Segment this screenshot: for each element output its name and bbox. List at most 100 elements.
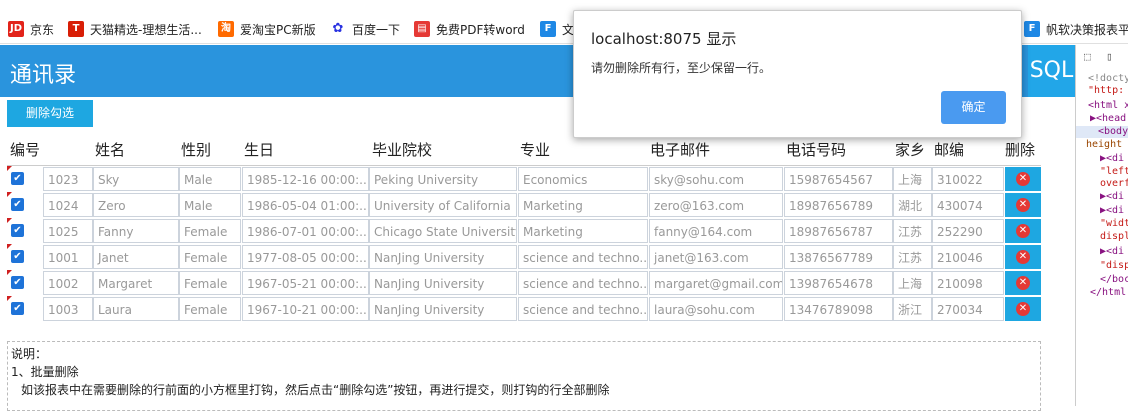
gender-cell[interactable]: Female <box>179 297 241 321</box>
delete-row-button[interactable]: ✕ <box>1005 167 1041 191</box>
email-cell[interactable]: janet@163.com <box>649 245 783 269</box>
delete-row-button[interactable]: ✕ <box>1005 271 1041 295</box>
birthday-cell[interactable]: 1977-08-05 00:00:... <box>242 245 369 269</box>
dom-tree-node[interactable]: displ <box>1100 231 1128 243</box>
inspect-element-icon[interactable]: ⬚ <box>1084 50 1098 63</box>
name-cell[interactable]: Laura <box>93 297 179 321</box>
dom-tree-node[interactable]: <!docty <box>1088 73 1128 85</box>
row-checkbox[interactable]: ✔ <box>11 250 24 263</box>
zip-cell[interactable]: 210046 <box>932 245 1004 269</box>
name-cell[interactable]: Sky <box>93 167 179 191</box>
bookmark-fanruan[interactable]: F 帆软决策报表平 <box>1024 20 1128 38</box>
gender-cell[interactable]: Male <box>179 193 241 217</box>
row-checkbox[interactable]: ✔ <box>11 224 24 237</box>
dialog-ok-button[interactable]: 确定 <box>941 91 1006 124</box>
hometown-cell[interactable]: 浙江 <box>893 297 932 321</box>
major-cell[interactable]: Marketing <box>518 193 648 217</box>
gender-cell[interactable]: Female <box>179 271 241 295</box>
row-checkbox[interactable]: ✔ <box>11 172 24 185</box>
delete-row-button[interactable]: ✕ <box>1005 193 1041 217</box>
major-cell[interactable]: science and techno... <box>518 297 648 321</box>
dom-tree-node[interactable]: <html x <box>1088 100 1128 112</box>
hometown-cell[interactable]: 上海 <box>893 271 932 295</box>
dom-tree-node[interactable]: overf <box>1100 178 1128 190</box>
delete-row-button[interactable]: ✕ <box>1005 297 1041 321</box>
school-cell[interactable]: NanJing University <box>369 245 517 269</box>
zip-cell[interactable]: 270034 <box>932 297 1004 321</box>
birthday-cell[interactable]: 1985-12-16 00:00:... <box>242 167 369 191</box>
zip-cell[interactable]: 210098 <box>932 271 1004 295</box>
gender-cell[interactable]: Female <box>179 245 241 269</box>
dom-tree-node[interactable]: ▶<head <box>1090 113 1126 125</box>
bookmark-jd[interactable]: JD 京东 <box>8 20 54 38</box>
phone-cell[interactable]: 13987654678 <box>784 271 893 295</box>
hometown-cell[interactable]: 湖北 <box>893 193 932 217</box>
zip-cell[interactable]: 310022 <box>932 167 1004 191</box>
email-cell[interactable]: laura@sohu.com <box>649 297 783 321</box>
device-toolbar-icon[interactable]: ▯ <box>1106 50 1120 63</box>
phone-cell[interactable]: 15987654567 <box>784 167 893 191</box>
school-cell[interactable]: NanJing University <box>369 297 517 321</box>
dom-tree-node[interactable]: ▶<di <box>1100 246 1124 258</box>
dom-tree-node[interactable]: </boc <box>1100 274 1128 286</box>
dom-tree-node[interactable]: <body <box>1076 126 1128 138</box>
school-cell[interactable]: University of California <box>369 193 517 217</box>
email-cell[interactable]: fanny@164.com <box>649 219 783 243</box>
id-cell[interactable]: 1002 <box>43 271 93 295</box>
birthday-cell[interactable]: 1967-10-21 00:00:... <box>242 297 369 321</box>
phone-cell[interactable]: 13476789098 <box>784 297 893 321</box>
major-cell[interactable]: science and techno... <box>518 271 648 295</box>
name-cell[interactable]: Zero <box>93 193 179 217</box>
hometown-cell[interactable]: 上海 <box>893 167 932 191</box>
id-cell[interactable]: 1023 <box>43 167 93 191</box>
email-cell[interactable]: margaret@gmail.com <box>649 271 783 295</box>
id-cell[interactable]: 1001 <box>43 245 93 269</box>
school-cell[interactable]: Peking University <box>369 167 517 191</box>
row-checkbox[interactable]: ✔ <box>11 276 24 289</box>
bookmark-baidu[interactable]: ✿ 百度一下 <box>330 20 400 38</box>
school-cell[interactable]: NanJing University <box>369 271 517 295</box>
hometown-cell[interactable]: 江苏 <box>893 219 932 243</box>
name-cell[interactable]: Fanny <box>93 219 179 243</box>
dom-tree-node[interactable]: "left <box>1100 166 1128 178</box>
hometown-cell[interactable]: 江苏 <box>893 245 932 269</box>
delete-row-button[interactable]: ✕ <box>1005 219 1041 243</box>
id-cell[interactable]: 1025 <box>43 219 93 243</box>
name-cell[interactable]: Janet <box>93 245 179 269</box>
gender-cell[interactable]: Female <box>179 219 241 243</box>
delete-row-button[interactable]: ✕ <box>1005 245 1041 269</box>
email-cell[interactable]: zero@163.com <box>649 193 783 217</box>
school-cell[interactable]: Chicago State University <box>369 219 517 243</box>
id-cell[interactable]: 1003 <box>43 297 93 321</box>
major-cell[interactable]: Marketing <box>518 219 648 243</box>
bookmark-aitaobao[interactable]: 淘 爱淘宝PC新版 <box>218 20 316 38</box>
dom-tree-node[interactable]: ▶<di <box>1100 191 1124 203</box>
row-checkbox[interactable]: ✔ <box>11 302 24 315</box>
phone-cell[interactable]: 18987656787 <box>784 219 893 243</box>
major-cell[interactable]: Economics <box>518 167 648 191</box>
gender-cell[interactable]: Male <box>179 167 241 191</box>
bookmark-wen[interactable]: F 文 <box>540 20 574 38</box>
delete-checked-button[interactable]: 删除勾选 <box>7 100 93 127</box>
dom-tree-node[interactable]: </html <box>1090 287 1126 299</box>
name-cell[interactable]: Margaret <box>93 271 179 295</box>
dom-tree-node[interactable]: ▶<di <box>1100 205 1124 217</box>
dom-tree-node[interactable]: "widt <box>1100 218 1128 230</box>
dom-tree-node[interactable]: "disp <box>1100 260 1128 272</box>
id-cell[interactable]: 1024 <box>43 193 93 217</box>
phone-cell[interactable]: 13876567789 <box>784 245 893 269</box>
zip-cell[interactable]: 430074 <box>932 193 1004 217</box>
birthday-cell[interactable]: 1986-07-01 00:00:... <box>242 219 369 243</box>
phone-cell[interactable]: 18987656789 <box>784 193 893 217</box>
birthday-cell[interactable]: 1986-05-04 01:00:... <box>242 193 369 217</box>
bookmark-pdf[interactable]: ▤ 免费PDF转word <box>414 20 525 38</box>
birthday-cell[interactable]: 1967-05-21 00:00:... <box>242 271 369 295</box>
dom-tree-node[interactable]: ▶<di <box>1100 153 1124 165</box>
dom-tree-node[interactable]: "http: <box>1088 85 1124 97</box>
bookmark-tmall[interactable]: T 天猫精选-理想生活... <box>68 20 202 38</box>
major-cell[interactable]: science and techno... <box>518 245 648 269</box>
email-cell[interactable]: sky@sohu.com <box>649 167 783 191</box>
sql-button[interactable]: SQL <box>1028 45 1075 97</box>
zip-cell[interactable]: 252290 <box>932 219 1004 243</box>
row-checkbox[interactable]: ✔ <box>11 198 24 211</box>
